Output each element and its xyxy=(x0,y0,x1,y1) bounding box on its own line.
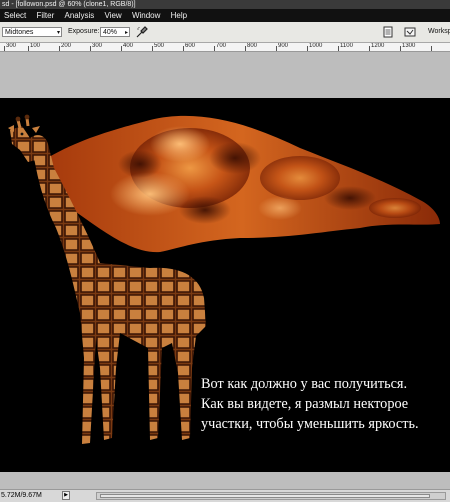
chevron-right-icon: ▸ xyxy=(124,30,128,36)
horizontal-scrollbar[interactable] xyxy=(96,492,446,500)
menu-help[interactable]: Help xyxy=(167,9,191,22)
ruler-tick-label: 1300 xyxy=(402,43,416,49)
menu-analysis[interactable]: Analysis xyxy=(60,9,98,22)
play-icon: ▶ xyxy=(64,492,68,498)
ruler-tick-label: 300 xyxy=(6,43,17,49)
caption-line: участки, чтобы уменьшить яркость. xyxy=(201,416,419,432)
ruler-tick-label: 500 xyxy=(154,43,165,49)
ruler-tick-label: 600 xyxy=(185,43,196,49)
ruler-tick-label: 900 xyxy=(278,43,289,49)
exposure-value: 40% xyxy=(103,29,118,36)
caption-line: Вот как должно у вас получиться. xyxy=(201,376,408,392)
scrollbar-thumb[interactable] xyxy=(100,494,430,498)
ruler-tick-label: 100 xyxy=(30,43,41,49)
status-area: 5.72M/9.67M ▶ xyxy=(0,472,450,502)
ruler-tick-label: 700 xyxy=(216,43,227,49)
airbrush-icon[interactable] xyxy=(136,26,148,38)
ruler-tick-label: 1000 xyxy=(309,43,323,49)
ruler-tick-label: 300 xyxy=(92,43,103,49)
workspace-button[interactable]: Worksp xyxy=(428,28,450,36)
range-select-value: Midtones xyxy=(5,29,34,36)
menu-view[interactable]: View xyxy=(101,9,126,22)
menu-bar: Select Filter Analysis View Window Help xyxy=(0,9,450,22)
ruler-tick-label: 200 xyxy=(61,43,72,49)
ruler-tick-label: 1200 xyxy=(371,43,385,49)
chevron-down-icon: ▾ xyxy=(56,30,60,36)
caption-line: Как вы видете, я размыл некторое xyxy=(201,396,409,412)
caption: Вот как должно у вас получиться. Как вы … xyxy=(201,374,446,434)
options-bar: Midtones ▾ Exposure: 40% ▸ Worksp xyxy=(0,22,450,43)
range-select[interactable]: Midtones ▾ xyxy=(2,27,62,37)
menu-window[interactable]: Window xyxy=(128,9,164,22)
menu-filter[interactable]: Filter xyxy=(32,9,58,22)
ruler-tick-label: 400 xyxy=(123,43,134,49)
document-size: 5.72M/9.67M xyxy=(1,492,42,499)
status-menu-button[interactable]: ▶ xyxy=(62,491,70,500)
file-browser-icon[interactable] xyxy=(382,26,394,38)
exposure-label: Exposure: xyxy=(68,28,100,35)
ruler-tick-label: 1100 xyxy=(340,43,353,49)
window-title: sd - [followon.psd @ 60% (clone1, RGB/8)… xyxy=(2,1,136,8)
ruler-tick-label: 800 xyxy=(247,43,258,49)
title-bar: sd - [followon.psd @ 60% (clone1, RGB/8)… xyxy=(0,0,450,9)
horizontal-ruler: 300 100 200 300 400 500 600 700 800 900 … xyxy=(0,43,450,52)
menu-select[interactable]: Select xyxy=(0,9,30,22)
status-bar: 5.72M/9.67M ▶ xyxy=(0,489,450,502)
document-canvas[interactable]: Вот как должно у вас получиться. Как вы … xyxy=(0,98,450,472)
palette-well-icon[interactable] xyxy=(404,26,416,38)
pasteboard xyxy=(0,52,450,98)
exposure-input[interactable]: 40% ▸ xyxy=(100,27,130,37)
